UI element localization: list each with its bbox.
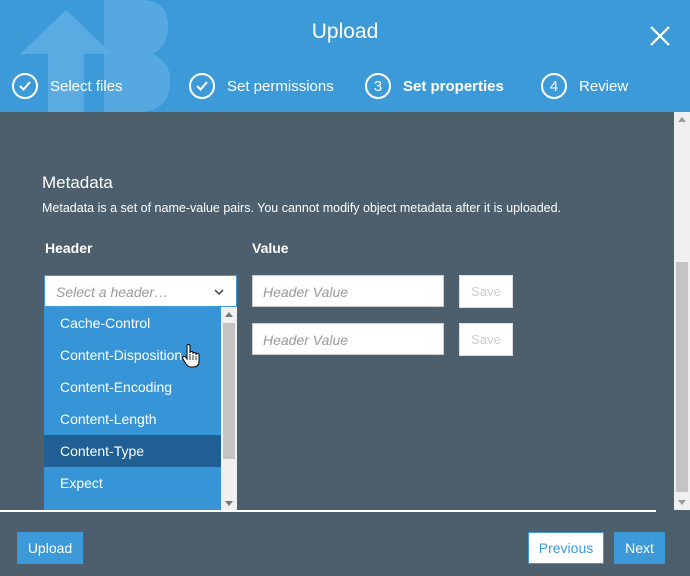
- header-column-label: Header: [45, 240, 93, 256]
- dropdown-option[interactable]: Cache-Control: [44, 307, 221, 339]
- section-description: Metadata is a set of name-value pairs. Y…: [42, 201, 562, 215]
- hand-cursor-icon: [182, 344, 200, 368]
- step-label: Review: [579, 77, 629, 95]
- step-number: 3: [365, 73, 391, 99]
- header-value-input[interactable]: Header Value: [252, 275, 444, 307]
- step-label: Select files: [50, 77, 123, 95]
- close-icon[interactable]: [646, 22, 674, 50]
- header-dropdown-list: Cache-Control Content-Disposition Conten…: [44, 307, 237, 511]
- upload-button[interactable]: Upload: [17, 532, 83, 564]
- step-number: 4: [541, 73, 567, 99]
- upload-header: Upload Select files Set permissions 3 Se…: [0, 0, 690, 112]
- step-set-properties[interactable]: 3 Set properties: [365, 72, 504, 100]
- step-set-permissions[interactable]: Set permissions: [189, 72, 334, 100]
- step-label: Set properties: [403, 77, 504, 95]
- checkmark-icon: [12, 73, 38, 99]
- chevron-down-icon: [214, 289, 224, 296]
- scroll-down-icon[interactable]: [678, 500, 686, 505]
- step-review[interactable]: 4 Review: [541, 72, 628, 100]
- step-select-files[interactable]: Select files: [12, 72, 123, 100]
- dropdown-option-hovered[interactable]: Content-Type: [44, 435, 221, 467]
- scroll-up-icon[interactable]: [678, 117, 686, 122]
- value-placeholder: Header Value: [263, 284, 349, 300]
- dropdown-scrollbar[interactable]: [221, 307, 237, 511]
- footer-divider: [0, 510, 656, 512]
- page-scrollbar[interactable]: [656, 112, 690, 510]
- save-button[interactable]: Save: [459, 323, 513, 356]
- scrollbar-thumb[interactable]: [676, 262, 688, 492]
- dropdown-option[interactable]: Expect: [44, 467, 221, 499]
- scroll-up-icon[interactable]: [225, 312, 233, 317]
- save-button[interactable]: Save: [459, 275, 513, 308]
- scroll-down-icon[interactable]: [225, 501, 233, 506]
- properties-panel: Metadata Metadata is a set of name-value…: [0, 112, 656, 511]
- next-button[interactable]: Next: [614, 532, 665, 564]
- dialog-title: Upload: [311, 20, 379, 43]
- value-placeholder: Header Value: [263, 332, 349, 348]
- checkmark-icon: [189, 73, 215, 99]
- header-select[interactable]: Select a header…: [44, 275, 237, 307]
- select-placeholder: Select a header…: [56, 284, 169, 300]
- scrollbar-thumb[interactable]: [223, 323, 235, 459]
- step-label: Set permissions: [227, 77, 334, 95]
- previous-button[interactable]: Previous: [528, 532, 604, 564]
- section-title: Metadata: [42, 173, 113, 192]
- dropdown-option[interactable]: Content-Encoding: [44, 371, 221, 403]
- value-column-label: Value: [252, 240, 289, 256]
- header-value-input[interactable]: Header Value: [252, 323, 444, 355]
- dropdown-option[interactable]: Content-Length: [44, 403, 221, 435]
